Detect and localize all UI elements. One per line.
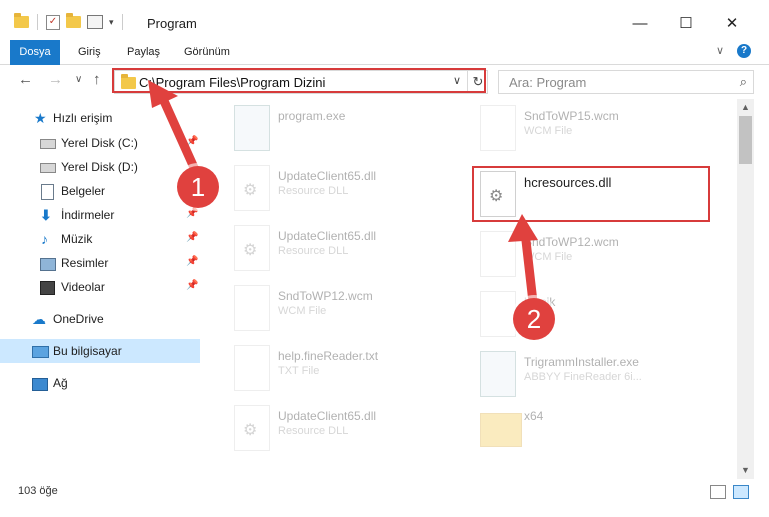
step-2-callout: 2	[513, 298, 555, 340]
annotation-arrows	[148, 80, 538, 307]
arrow-step-1	[155, 87, 201, 177]
file-explorer-window: ✓ ▾ Program — ☐ ✕ Dosya Giriş Paylaş Gör…	[0, 0, 769, 517]
arrow-step-2	[520, 227, 538, 307]
arrow-head-step-2	[508, 214, 538, 242]
step-1-callout: 1	[177, 166, 219, 208]
